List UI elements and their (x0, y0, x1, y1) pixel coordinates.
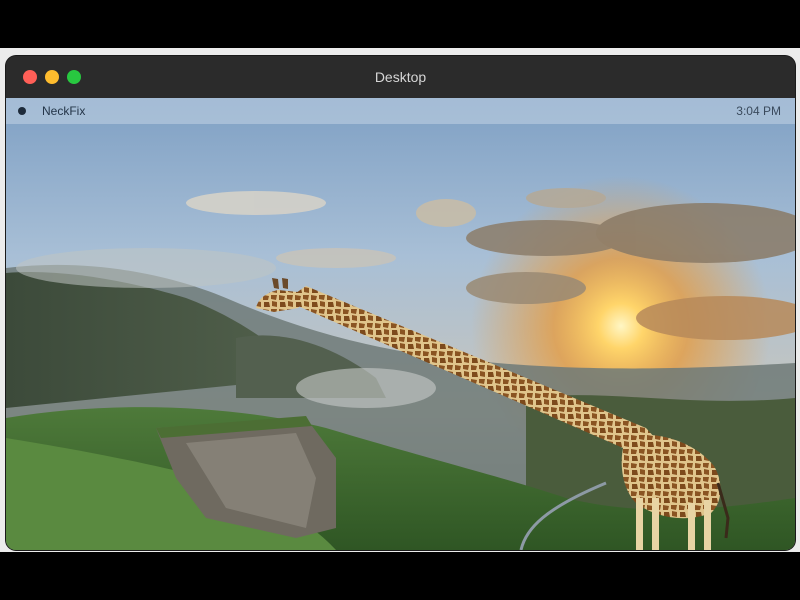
letterbox-top (0, 0, 800, 48)
menu-clock[interactable]: 3:04 PM (736, 98, 781, 124)
apple-menu-icon[interactable] (18, 107, 26, 115)
letterbox-bottom (0, 552, 800, 600)
wallpaper-image (6, 98, 795, 550)
menu-bar[interactable]: NeckFix 3:04 PM (6, 98, 795, 124)
window-title: Desktop (374, 69, 427, 85)
app-name-menu[interactable]: NeckFix (42, 98, 85, 124)
desktop-window[interactable]: Desktop NeckFix 3:04 PM (6, 56, 795, 550)
desktop-area[interactable]: NeckFix 3:04 PM (6, 98, 795, 550)
title-bar[interactable]: Desktop (6, 56, 795, 98)
